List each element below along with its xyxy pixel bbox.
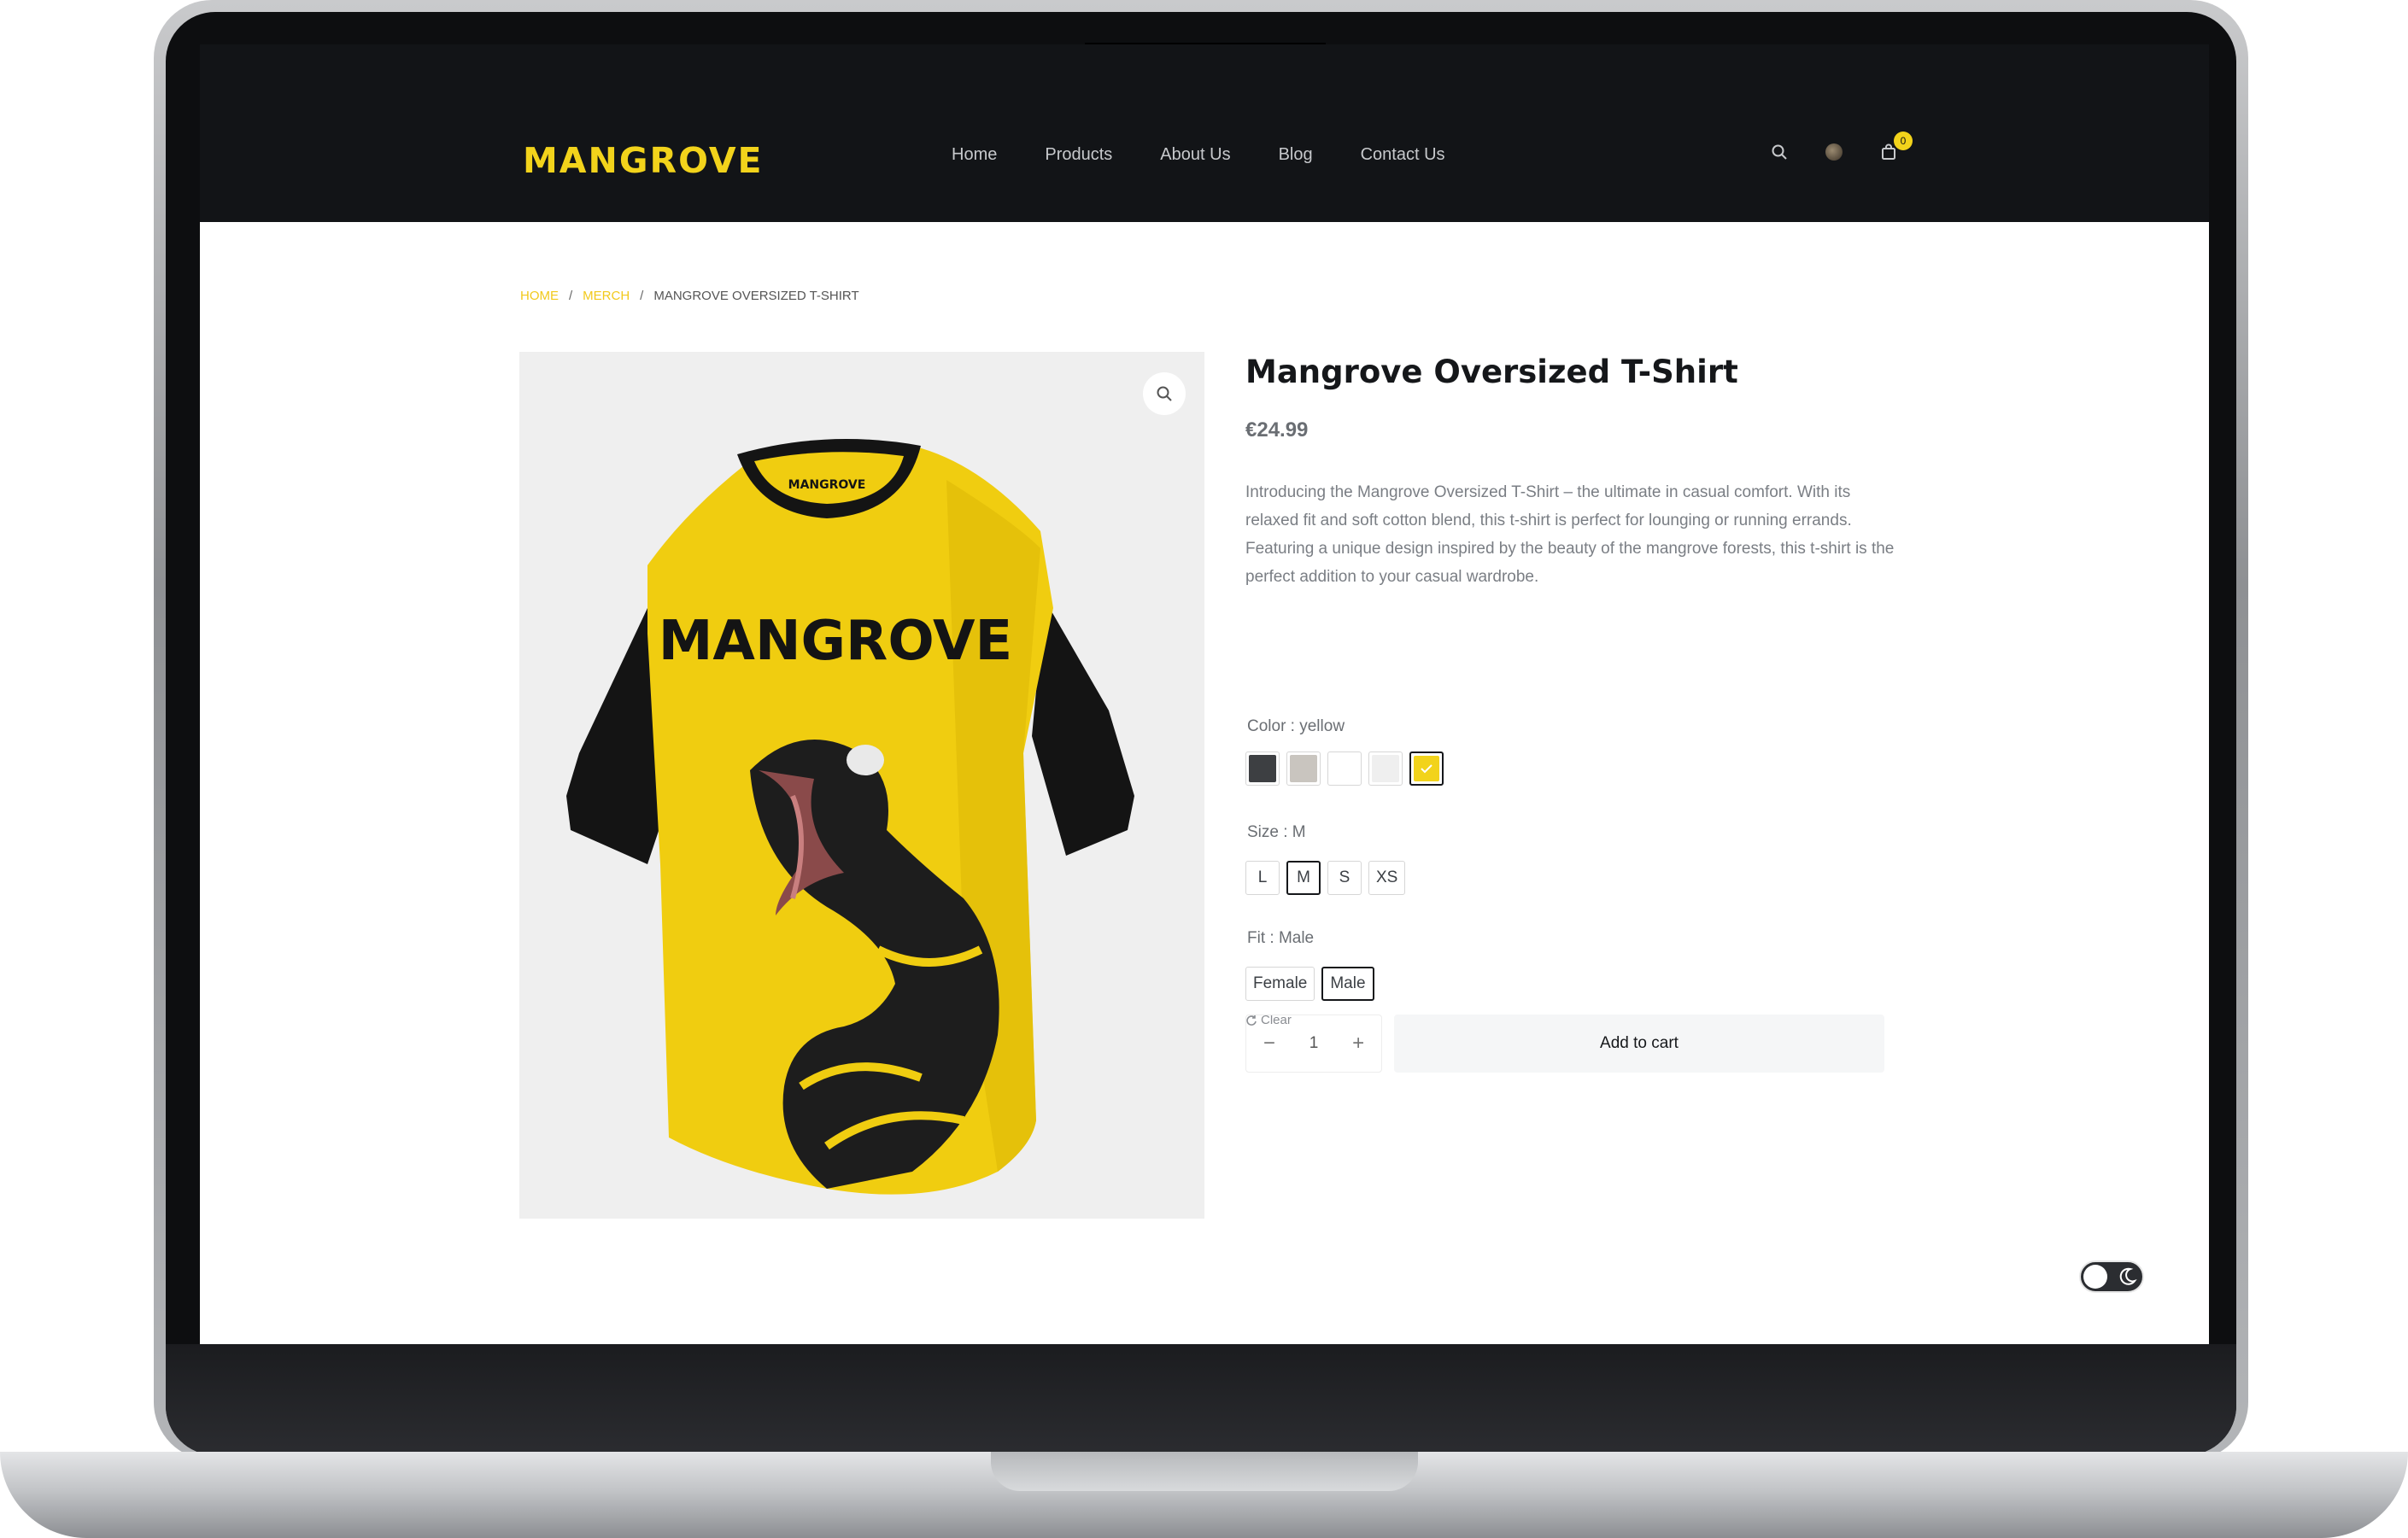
zoom-button[interactable] xyxy=(1143,372,1186,415)
fit-option-male[interactable]: Male xyxy=(1321,967,1374,1001)
quantity-stepper: − 1 + xyxy=(1245,1015,1382,1073)
tshirt-illustration: MANGROVE MANGROVE xyxy=(566,439,1134,1195)
breadcrumb-merch[interactable]: MERCH xyxy=(583,289,630,303)
theme-toggle[interactable] xyxy=(2079,1260,2144,1293)
nav-home[interactable]: Home xyxy=(952,145,997,165)
product-title: Mangrove Oversized T-Shirt xyxy=(1245,354,1738,390)
color-swatches xyxy=(1245,751,1444,786)
header-actions: 0 xyxy=(1767,132,1913,164)
size-options: L M S XS xyxy=(1245,861,1406,895)
nav-contact-us[interactable]: Contact Us xyxy=(1361,145,1445,165)
cart-button[interactable]: 0 xyxy=(1877,132,1913,164)
laptop-chin xyxy=(166,1344,2236,1455)
fit-options: Female Male xyxy=(1245,967,1374,1001)
site-logo[interactable]: MANGROVE xyxy=(523,140,764,181)
add-to-cart-button[interactable]: Add to cart xyxy=(1394,1015,1884,1073)
breadcrumb-separator: / xyxy=(640,289,644,303)
cart-count-badge: 0 xyxy=(1894,132,1913,150)
nav-about-us[interactable]: About Us xyxy=(1160,145,1230,165)
breadcrumb: HOME / MERCH / MANGROVE OVERSIZED T-SHIR… xyxy=(520,289,859,303)
swatch-white[interactable] xyxy=(1327,751,1362,786)
check-icon xyxy=(1421,764,1432,774)
account-button[interactable] xyxy=(1822,140,1846,164)
nav-products[interactable]: Products xyxy=(1045,145,1112,165)
fit-option-female[interactable]: Female xyxy=(1245,967,1315,1001)
quantity-increase-button[interactable]: + xyxy=(1352,1032,1364,1056)
quantity-decrease-button[interactable]: − xyxy=(1263,1032,1275,1056)
size-option-l[interactable]: L xyxy=(1245,861,1280,895)
screen: MANGROVE Home Products About Us Blog Con… xyxy=(200,44,2209,1344)
quantity-value[interactable]: 1 xyxy=(1309,1034,1319,1053)
color-label: Color : yellow xyxy=(1247,717,1345,735)
main-nav: Home Products About Us Blog Contact Us xyxy=(952,145,1445,165)
swatch-dark-grey[interactable] xyxy=(1245,751,1280,786)
search-icon[interactable] xyxy=(1767,140,1791,164)
swatch-stone[interactable] xyxy=(1286,751,1321,786)
product-image[interactable]: MANGROVE MANGROVE xyxy=(519,352,1204,1219)
size-label: Size : M xyxy=(1247,823,1306,841)
avatar xyxy=(1825,143,1843,161)
laptop-opening-notch xyxy=(991,1452,1418,1491)
breadcrumb-current: MANGROVE OVERSIZED T-SHIRT xyxy=(653,289,859,303)
toggle-knob xyxy=(2083,1265,2107,1289)
moon-icon xyxy=(2119,1267,2137,1285)
swatch-yellow[interactable] xyxy=(1409,751,1444,786)
product-price: €24.99 xyxy=(1245,418,1309,442)
size-option-xs[interactable]: XS xyxy=(1368,861,1406,895)
size-option-m[interactable]: M xyxy=(1286,861,1321,895)
swatch-light-grey[interactable] xyxy=(1368,751,1403,786)
magnify-icon xyxy=(1157,386,1172,401)
fit-label: Fit : Male xyxy=(1247,929,1315,947)
breadcrumb-home[interactable]: HOME xyxy=(520,289,559,303)
product-description: Introducing the Mangrove Oversized T-Shi… xyxy=(1245,483,1895,586)
collar-print-text: MANGROVE xyxy=(788,478,866,492)
site-header: MANGROVE Home Products About Us Blog Con… xyxy=(200,44,2209,222)
nav-blog[interactable]: Blog xyxy=(1279,145,1313,165)
breadcrumb-separator: / xyxy=(569,289,573,303)
shirt-print-text: MANGROVE xyxy=(659,610,1013,673)
size-option-s[interactable]: S xyxy=(1327,861,1362,895)
